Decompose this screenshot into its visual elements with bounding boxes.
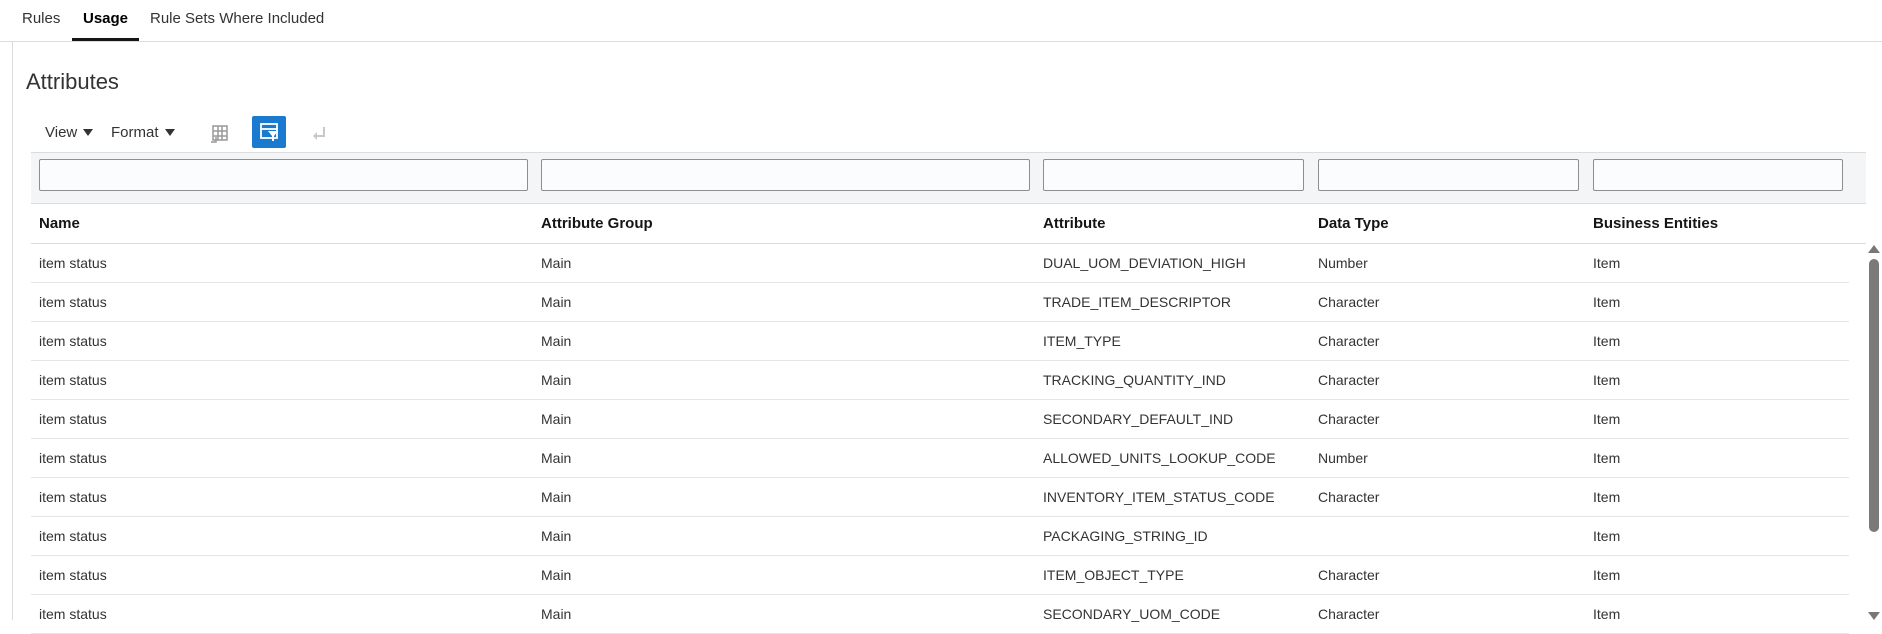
business-entities-cell: Item bbox=[1593, 489, 1621, 505]
data-type-cell: Number bbox=[1318, 255, 1368, 271]
attribute-cell: ALLOWED_UNITS_LOOKUP_CODE bbox=[1043, 450, 1276, 466]
attribute-group-cell: Main bbox=[541, 255, 572, 271]
attribute-group-cell: Main bbox=[541, 294, 572, 310]
attribute-cell: ITEM_TYPE bbox=[1043, 333, 1121, 349]
data-type-cell: Character bbox=[1318, 489, 1380, 505]
scroll-up-arrow-icon[interactable] bbox=[1868, 245, 1880, 253]
column-header-business-entities[interactable]: Business Entities bbox=[1593, 215, 1718, 232]
business-entities-filter-input[interactable] bbox=[1593, 159, 1843, 191]
name-cell: item status bbox=[39, 450, 107, 466]
view-menu[interactable]: View bbox=[45, 124, 94, 141]
format-menu[interactable]: Format bbox=[111, 124, 175, 141]
format-menu-label: Format bbox=[111, 124, 159, 141]
data-type-cell: Character bbox=[1318, 411, 1380, 427]
name-cell: item status bbox=[39, 567, 107, 583]
table-row[interactable]: item status Main ALLOWED_UNITS_LOOKUP_CO… bbox=[31, 439, 1849, 478]
business-entities-cell: Item bbox=[1593, 333, 1621, 349]
attribute-group-cell: Main bbox=[541, 567, 572, 583]
attribute-cell: DUAL_UOM_DEVIATION_HIGH bbox=[1043, 255, 1246, 271]
attribute-cell: PACKAGING_STRING_ID bbox=[1043, 528, 1208, 544]
tab-bar: Rules Usage Rule Sets Where Included bbox=[0, 0, 1882, 42]
name-cell: item status bbox=[39, 333, 107, 349]
tab-rule-sets-where-included[interactable]: Rule Sets Where Included bbox=[150, 10, 324, 27]
attributes-panel: Attributes View Format Name Attribute Gr… bbox=[12, 41, 1882, 634]
column-header-data-type[interactable]: Data Type bbox=[1318, 215, 1389, 232]
attribute-group-cell: Main bbox=[541, 411, 572, 427]
table-row[interactable]: item status Main TRADE_ITEM_DESCRIPTOR C… bbox=[31, 283, 1849, 322]
chevron-down-icon bbox=[164, 129, 175, 136]
name-cell: item status bbox=[39, 294, 107, 310]
tab-usage[interactable]: Usage bbox=[83, 10, 128, 27]
attribute-group-cell: Main bbox=[541, 372, 572, 388]
column-header-name[interactable]: Name bbox=[39, 215, 80, 232]
attribute-cell: SECONDARY_DEFAULT_IND bbox=[1043, 411, 1234, 427]
data-type-cell: Number bbox=[1318, 450, 1368, 466]
name-cell: item status bbox=[39, 489, 107, 505]
scrollbar-thumb[interactable] bbox=[1869, 259, 1879, 532]
panel-title: Attributes bbox=[26, 69, 119, 94]
scroll-down-arrow-icon[interactable] bbox=[1868, 612, 1880, 620]
name-cell: item status bbox=[39, 528, 107, 544]
data-type-cell: Character bbox=[1318, 333, 1380, 349]
table-body: item status Main DUAL_UOM_DEVIATION_HIGH… bbox=[31, 244, 1849, 634]
table-row[interactable]: item status Main PACKAGING_STRING_ID Ite… bbox=[31, 517, 1849, 556]
table-row[interactable]: item status Main ITEM_OBJECT_TYPE Charac… bbox=[31, 556, 1849, 595]
business-entities-cell: Item bbox=[1593, 528, 1621, 544]
attribute-cell: ITEM_OBJECT_TYPE bbox=[1043, 567, 1184, 583]
attribute-group-filter-input[interactable] bbox=[541, 159, 1030, 191]
business-entities-cell: Item bbox=[1593, 567, 1621, 583]
attribute-group-cell: Main bbox=[541, 333, 572, 349]
data-type-filter-input[interactable] bbox=[1318, 159, 1579, 191]
data-type-cell: Character bbox=[1318, 567, 1380, 583]
data-type-cell: Character bbox=[1318, 372, 1380, 388]
business-entities-cell: Item bbox=[1593, 255, 1621, 271]
tab-rules[interactable]: Rules bbox=[22, 10, 60, 27]
column-header-attribute[interactable]: Attribute bbox=[1043, 215, 1106, 232]
attribute-group-cell: Main bbox=[541, 528, 572, 544]
attribute-filter-input[interactable] bbox=[1043, 159, 1304, 191]
wrap-icon[interactable] bbox=[302, 118, 336, 150]
column-header-attribute-group[interactable]: Attribute Group bbox=[541, 215, 653, 232]
business-entities-cell: Item bbox=[1593, 372, 1621, 388]
table-row[interactable]: item status Main INVENTORY_ITEM_STATUS_C… bbox=[31, 478, 1849, 517]
query-by-example-icon[interactable] bbox=[252, 116, 286, 148]
attribute-cell: INVENTORY_ITEM_STATUS_CODE bbox=[1043, 489, 1275, 505]
attribute-group-cell: Main bbox=[541, 450, 572, 466]
table-row[interactable]: item status Main DUAL_UOM_DEVIATION_HIGH… bbox=[31, 244, 1849, 283]
chevron-down-icon bbox=[83, 129, 94, 136]
view-menu-label: View bbox=[45, 124, 78, 141]
data-type-cell: Character bbox=[1318, 294, 1380, 310]
attribute-cell: TRACKING_QUANTITY_IND bbox=[1043, 372, 1226, 388]
vertical-scrollbar[interactable] bbox=[1866, 245, 1882, 620]
freeze-columns-icon[interactable] bbox=[202, 118, 236, 150]
table-row[interactable]: item status Main SECONDARY_UOM_CODE Char… bbox=[31, 595, 1849, 634]
attribute-cell: TRADE_ITEM_DESCRIPTOR bbox=[1043, 294, 1231, 310]
table-header: Name Attribute Group Attribute Data Type… bbox=[31, 203, 1866, 244]
business-entities-cell: Item bbox=[1593, 411, 1621, 427]
filter-row bbox=[31, 152, 1866, 204]
name-cell: item status bbox=[39, 411, 107, 427]
table-row[interactable]: item status Main TRACKING_QUANTITY_IND C… bbox=[31, 361, 1849, 400]
attributes-table: Name Attribute Group Attribute Data Type… bbox=[31, 152, 1880, 634]
name-cell: item status bbox=[39, 372, 107, 388]
table-row[interactable]: item status Main SECONDARY_DEFAULT_IND C… bbox=[31, 400, 1849, 439]
name-cell: item status bbox=[39, 255, 107, 271]
business-entities-cell: Item bbox=[1593, 294, 1621, 310]
attribute-group-cell: Main bbox=[541, 489, 572, 505]
business-entities-cell: Item bbox=[1593, 450, 1621, 466]
name-filter-input[interactable] bbox=[39, 159, 528, 191]
table-row[interactable]: item status Main ITEM_TYPE Character Ite… bbox=[31, 322, 1849, 361]
